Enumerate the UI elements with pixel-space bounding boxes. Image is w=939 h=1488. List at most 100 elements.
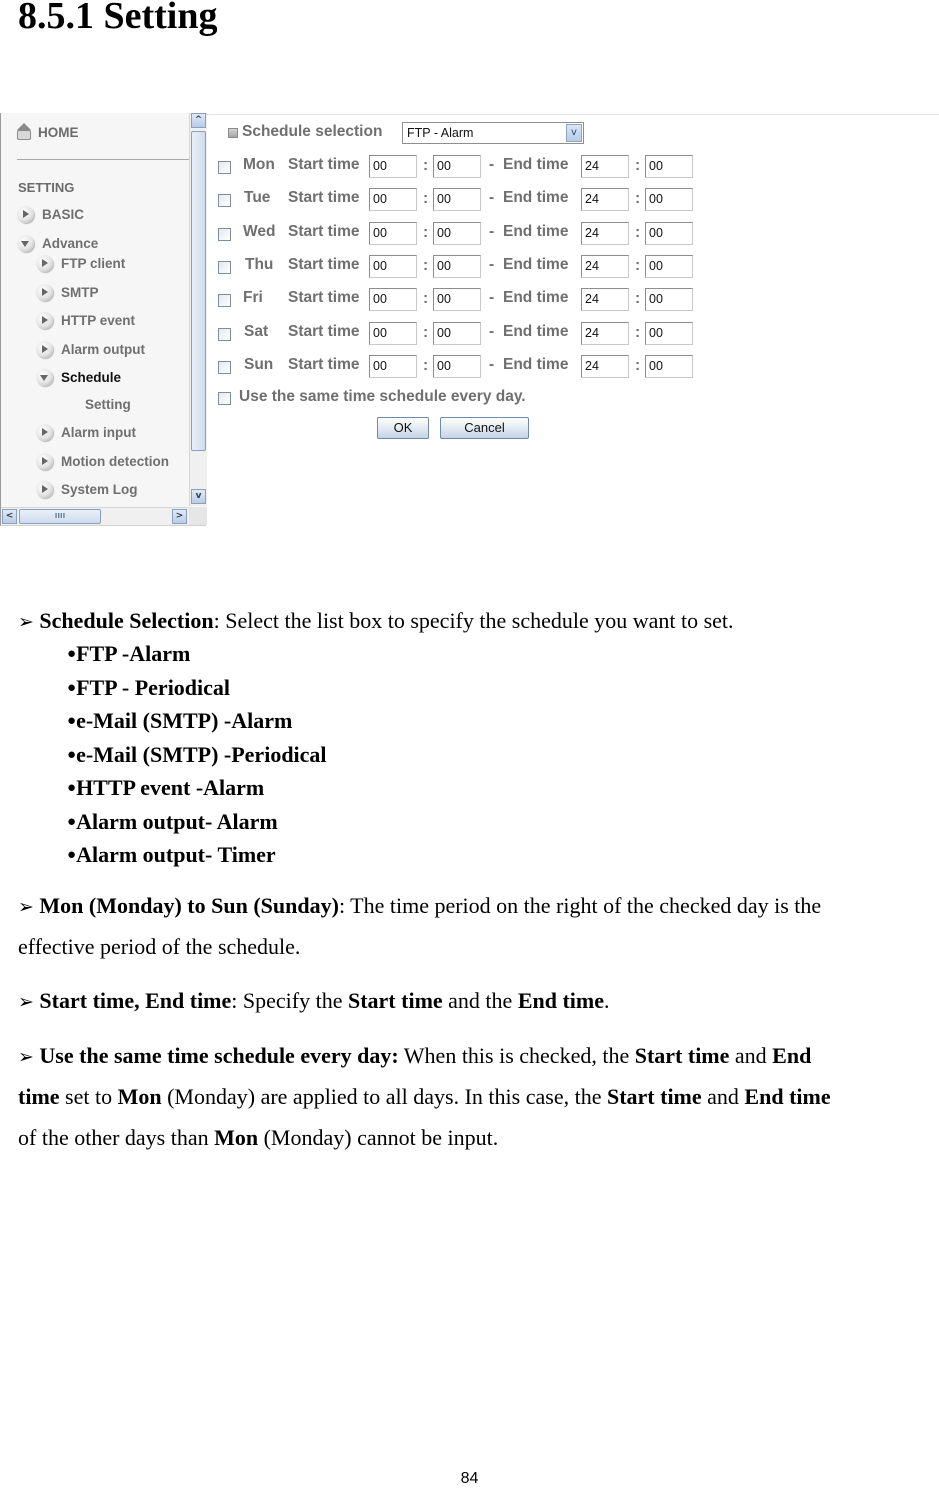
start-time-label: Start time [288,189,360,207]
same-schedule-checkbox[interactable] [218,392,231,405]
sidebar-item-ftp-client[interactable]: FTP client [36,255,125,272]
end-minute-input[interactable]: 00 [645,288,693,312]
day-checkbox-sat[interactable] [218,327,231,341]
end-time-label: End time [503,222,569,240]
day-label: Fri [243,289,263,307]
paragraph-same-schedule-line3: of the other days than Mon (Monday) cann… [18,1127,498,1149]
sidebar-item-basic[interactable]: BASIC [17,206,84,223]
schedule-option-label: e-Mail (SMTP) -Alarm [76,708,293,733]
end-minute-input[interactable]: 00 [645,354,693,378]
horizontal-scrollbar[interactable]: < IIII > [1,507,189,525]
start-minute-input[interactable]: 00 [433,354,481,378]
sidebar-item-advance[interactable]: Advance [17,235,98,252]
sidebar-item-schedule-setting[interactable]: Setting [85,397,131,412]
start-minute-input[interactable]: 00 [433,288,481,312]
sidebar-home-link[interactable]: HOME [14,123,79,141]
paragraph-start-end-time: ➢ Start time, End time: Specify the Star… [18,990,610,1012]
end-hour-input[interactable]: 24 [581,321,629,345]
horizontal-scroll-thumb[interactable]: IIII [19,509,101,524]
end-minute-input[interactable]: 00 [645,188,693,212]
arrow-bullet-icon: ➢ [18,991,34,1013]
ok-button[interactable]: OK [377,417,429,439]
day-checkbox-sun[interactable] [218,360,231,374]
end-time-label: End time [503,289,569,307]
scroll-up-button[interactable]: ^ [191,113,206,128]
sidebar-item-alarm-output[interactable]: Alarm output [36,341,145,358]
paragraph-same-schedule-line2: time set to Mon (Monday) are applied to … [18,1086,831,1108]
day-checkbox-thu[interactable] [218,260,231,274]
expand-arrow-icon [17,206,34,223]
end-hour-input[interactable]: 24 [581,188,629,212]
term: Start time [606,1084,702,1109]
scroll-down-button[interactable]: v [191,489,206,504]
start-hour-input[interactable]: 00 [369,254,417,278]
start-hour-input[interactable]: 00 [369,221,417,245]
sidebar-item-motion-detection[interactable]: Motion detection [36,453,169,470]
cancel-button[interactable]: Cancel [440,417,529,439]
end-minute-input[interactable]: 00 [645,155,693,178]
sidebar-item-http-event[interactable]: HTTP event [36,312,135,329]
bullet-dot-icon: ● [67,847,77,863]
start-minute-input[interactable]: 00 [433,188,481,212]
start-minute-input[interactable]: 00 [433,321,481,345]
schedule-option-label: FTP - Periodical [76,674,231,700]
chevron-down-icon: v [195,491,202,501]
sidebar-item-schedule[interactable]: Schedule [36,369,121,386]
day-checkbox-tue[interactable] [218,194,231,208]
paragraph-schedule-selection: ➢ Schedule Selection: Select the list bo… [18,610,734,632]
dash-separator: - [489,322,495,340]
end-hour-input[interactable]: 24 [581,221,629,245]
section-heading: 8.5.1 Setting [18,0,218,37]
term: Mon (Monday) to Sun (Sunday) [39,893,339,918]
sidebar-item-alarm-input[interactable]: Alarm input [36,424,136,441]
collapse-arrow-icon [36,369,53,386]
chevron-down-icon[interactable]: v [566,124,582,142]
end-hour-input[interactable]: 24 [581,254,629,278]
start-hour-input[interactable]: 00 [369,155,417,178]
scroll-left-button[interactable]: < [2,509,17,524]
dash-separator: - [489,189,495,207]
sidebar-setting-header: SETTING [18,180,75,195]
end-minute-input[interactable]: 00 [645,221,693,245]
end-hour-input[interactable]: 24 [581,155,629,178]
end-hour-input[interactable]: 24 [581,354,629,378]
start-hour-input[interactable]: 00 [369,321,417,345]
term: Mon [117,1084,162,1109]
scroll-right-button[interactable]: > [172,509,187,524]
colon-separator: : [423,356,429,374]
text: . [604,988,610,1013]
schedule-selection-dropdown[interactable]: FTP - Alarm v [402,122,584,144]
expand-arrow-icon [36,312,53,329]
end-hour-input[interactable]: 24 [581,288,629,312]
square-bullet-icon [228,128,238,138]
bullet-dot-icon: ● [67,679,77,696]
vertical-scrollbar[interactable]: ^ v [189,113,207,506]
text: (Monday) are applied to all days. In thi… [161,1084,607,1109]
arrow-bullet-icon: ➢ [18,896,34,918]
term: time [18,1084,60,1109]
sidebar-item-smtp[interactable]: SMTP [36,284,99,301]
sidebar-item-label: Setting [85,397,131,412]
start-hour-input[interactable]: 00 [369,288,417,312]
day-checkbox-mon[interactable] [218,161,231,174]
day-label: Sun [244,355,274,373]
start-minute-input[interactable]: 00 [433,254,481,278]
dash-separator: - [489,222,495,240]
start-minute-input[interactable]: 00 [433,155,481,178]
day-checkbox-fri[interactable] [218,294,231,308]
term: Schedule Selection [39,608,214,633]
end-minute-input[interactable]: 00 [645,254,693,278]
start-minute-input[interactable]: 00 [433,221,481,245]
sidebar-item-label: Alarm input [61,425,137,440]
start-hour-input[interactable]: 00 [369,188,417,212]
bullet-dot-icon: ● [67,780,77,796]
sidebar-item-system-log[interactable]: System Log [36,481,138,498]
schedule-option: ●Alarm output- Alarm [67,809,278,835]
expand-arrow-icon [36,453,53,470]
end-minute-input[interactable]: 00 [645,321,693,345]
vertical-scroll-thumb[interactable] [191,131,206,451]
sidebar-item-label: Schedule [61,370,122,385]
day-checkbox-wed[interactable] [218,227,231,241]
sidebar-home-label: HOME [38,124,79,140]
start-hour-input[interactable]: 00 [369,354,417,378]
